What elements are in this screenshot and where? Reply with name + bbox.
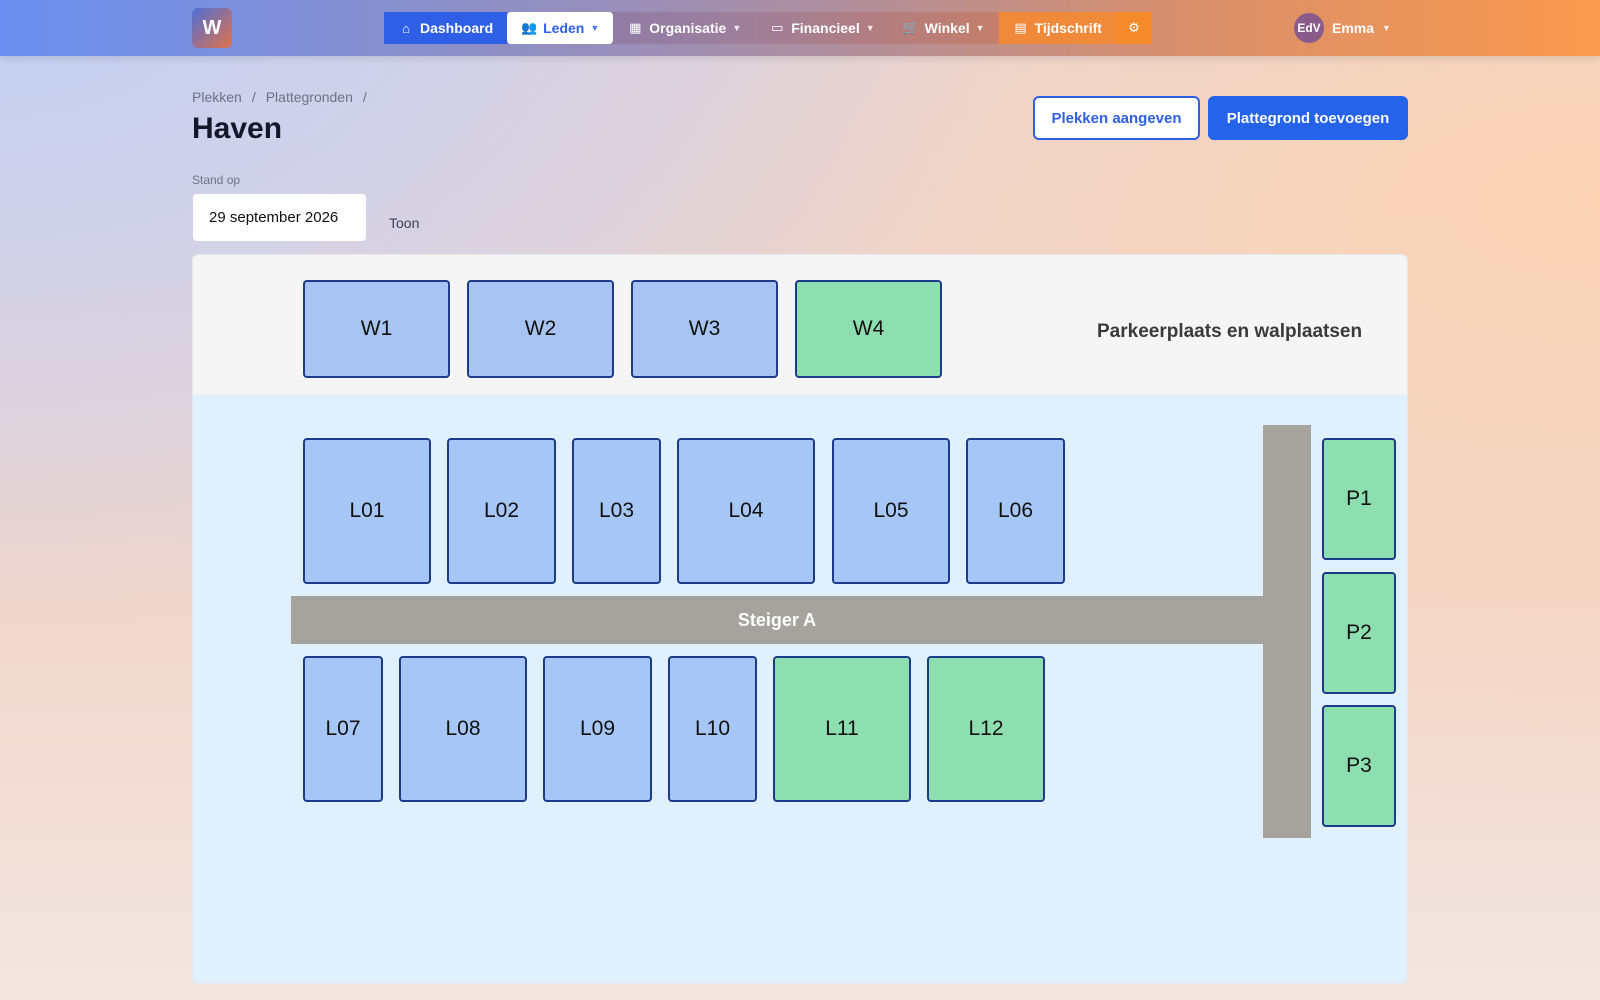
nav-label: Winkel xyxy=(924,20,970,36)
page-title: Haven xyxy=(192,112,283,145)
chevron-down-icon: ▼ xyxy=(590,23,600,33)
breadcrumb-item-plekken[interactable]: Plekken xyxy=(192,89,242,105)
nav-item-dashboard[interactable]: ⌂ Dashboard xyxy=(384,12,508,44)
spot-p1[interactable]: P1 xyxy=(1322,438,1396,560)
spot-l03[interactable]: L03 xyxy=(572,438,661,584)
spot-l11[interactable]: L11 xyxy=(773,656,911,802)
home-icon: ⌂ xyxy=(402,20,410,36)
spot-w1[interactable]: W1 xyxy=(303,280,450,378)
spot-l02[interactable]: L02 xyxy=(447,438,556,584)
nav-item-tijdschrift[interactable]: ▤ Tijdschrift xyxy=(998,12,1116,44)
app-logo[interactable]: W xyxy=(192,8,232,48)
spot-p3[interactable]: P3 xyxy=(1322,705,1396,827)
spot-l07[interactable]: L07 xyxy=(303,656,383,802)
breadcrumb-separator: / xyxy=(251,89,256,105)
date-label: Stand op xyxy=(192,173,241,187)
users-icon: 👥 xyxy=(521,20,538,35)
settings-button[interactable]: ⚙ xyxy=(1115,12,1152,44)
spot-p2[interactable]: P2 xyxy=(1322,572,1396,694)
nav-item-leden[interactable]: 👥 Leden ▼ xyxy=(507,12,614,44)
floor-plan: W1 W2 W3 W4 Parkeerplaats en walplaatsen… xyxy=(192,254,1408,984)
spot-l08[interactable]: L08 xyxy=(399,656,527,802)
spot-w4[interactable]: W4 xyxy=(795,280,942,378)
cart-icon: 🛒 xyxy=(902,20,919,35)
spot-l01[interactable]: L01 xyxy=(303,438,431,584)
spot-l04[interactable]: L04 xyxy=(677,438,815,584)
user-menu[interactable]: EdV Emma ▼ xyxy=(1294,12,1391,44)
building-icon: ▦ xyxy=(629,20,642,35)
nav-label: Organisatie xyxy=(649,20,727,36)
avatar-initials: EdV xyxy=(1297,21,1321,35)
nav-label: Leden xyxy=(543,20,585,36)
spot-l10[interactable]: L10 xyxy=(668,656,757,802)
logo-text: W xyxy=(202,16,222,39)
spot-l12[interactable]: L12 xyxy=(927,656,1045,802)
spot-l06[interactable]: L06 xyxy=(966,438,1065,584)
main-nav: ⌂ Dashboard 👥 Leden ▼ ▦ Organisatie ▼ ▭ … xyxy=(384,12,1152,44)
area-label: Parkeerplaats en walplaatsen xyxy=(1097,321,1363,342)
chevron-down-icon: ▼ xyxy=(865,23,875,33)
gear-icon: ⚙ xyxy=(1128,20,1140,35)
chevron-down-icon: ▼ xyxy=(975,23,985,33)
nav-label: Financieel xyxy=(791,20,860,36)
user-name: Emma xyxy=(1332,20,1375,36)
date-input[interactable] xyxy=(193,194,366,241)
breadcrumb-item-plattegronden[interactable]: Plattegronden xyxy=(266,89,353,105)
avatar: EdV xyxy=(1294,13,1324,43)
spot-l05[interactable]: L05 xyxy=(832,438,950,584)
top-navbar: W ⌂ Dashboard 👥 Leden ▼ ▦ Organisatie ▼ … xyxy=(0,0,1600,56)
spot-w3[interactable]: W3 xyxy=(631,280,778,378)
pier-vertical xyxy=(1263,425,1311,838)
money-icon: ▭ xyxy=(771,20,784,35)
nav-item-financieel[interactable]: ▭ Financieel ▼ xyxy=(755,12,888,44)
nav-label: Dashboard xyxy=(420,20,494,36)
chevron-down-icon: ▼ xyxy=(1382,23,1391,33)
add-map-button[interactable]: Plattegrond toevoegen xyxy=(1208,96,1408,140)
nav-label: Tijdschrift xyxy=(1034,20,1102,36)
show-button[interactable]: Toon xyxy=(389,215,419,231)
spot-l09[interactable]: L09 xyxy=(543,656,652,802)
nav-item-organisatie[interactable]: ▦ Organisatie ▼ xyxy=(613,12,755,44)
magazine-icon: ▤ xyxy=(1014,20,1027,35)
spot-w2[interactable]: W2 xyxy=(467,280,614,378)
chevron-down-icon: ▼ xyxy=(732,23,742,33)
breadcrumb: Plekken / Plattegronden / xyxy=(192,89,367,105)
pier-steiger-a: Steiger A xyxy=(291,596,1263,644)
mark-spots-button[interactable]: Plekken aangeven xyxy=(1033,96,1200,140)
nav-item-winkel[interactable]: 🛒 Winkel ▼ xyxy=(889,12,999,44)
breadcrumb-separator: / xyxy=(362,89,367,105)
